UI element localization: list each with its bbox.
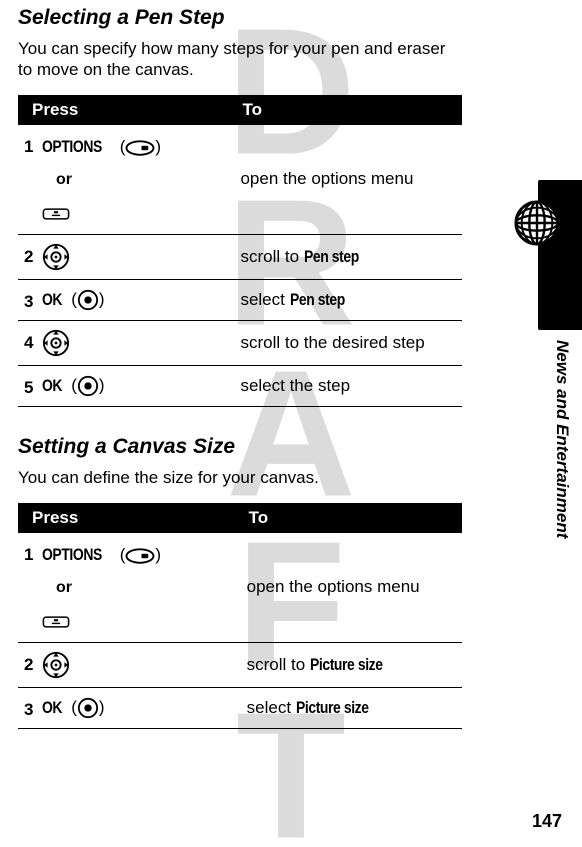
to-cell: scroll to Picture size — [241, 643, 462, 688]
step-number: 5 — [18, 366, 42, 407]
or-label: or — [56, 167, 228, 193]
press-cell: OK ( ) — [42, 366, 234, 407]
or-label: or — [56, 575, 235, 601]
table-row: 3 OK ( ) select Pen step — [18, 280, 462, 321]
to-cell: select Pen step — [234, 280, 462, 321]
page-number: 147 — [532, 811, 562, 832]
col-press: Press — [18, 503, 241, 533]
menu-ref: Picture size — [296, 698, 369, 718]
center-select-icon — [77, 289, 99, 311]
section2-heading: Setting a Canvas Size — [18, 435, 462, 459]
right-softkey-icon — [125, 133, 155, 160]
globe-icon — [514, 200, 560, 251]
menu-key-icon — [42, 607, 70, 634]
step-number: 2 — [18, 235, 42, 280]
table-row: 5 OK ( ) select the step — [18, 366, 462, 407]
press-cell: OK ( ) — [42, 688, 241, 729]
nav-key-icon — [42, 243, 70, 271]
press-cell — [42, 321, 234, 366]
ok-key-label: OK — [42, 698, 62, 718]
to-cell: scroll to the desired step — [234, 321, 462, 366]
to-cell: open the options menu — [241, 533, 462, 643]
to-cell: select Picture size — [241, 688, 462, 729]
to-cell: scroll to Pen step — [234, 235, 462, 280]
table-row: 1 OPTIONS ( ) or open the options menu — [18, 533, 462, 643]
to-cell: open the options menu — [234, 125, 462, 235]
ok-key-label: OK — [42, 290, 62, 310]
col-to: To — [241, 503, 462, 533]
press-cell: OPTIONS ( ) or — [42, 533, 241, 643]
section2-body: You can define the size for your canvas. — [18, 467, 462, 488]
section1-heading: Selecting a Pen Step — [18, 6, 462, 30]
press-cell: OPTIONS ( ) or — [42, 125, 234, 235]
menu-key-icon — [42, 199, 70, 226]
table-row: 2 scroll to Pen step — [18, 235, 462, 280]
ok-key-label: OK — [42, 376, 62, 396]
menu-ref: Picture size — [310, 655, 383, 675]
options-key-label: OPTIONS — [42, 133, 102, 160]
nav-key-icon — [42, 651, 70, 679]
step-number: 2 — [18, 643, 42, 688]
side-label: News and Entertainment — [552, 340, 572, 538]
center-select-icon — [77, 697, 99, 719]
press-cell — [42, 235, 234, 280]
center-select-icon — [77, 375, 99, 397]
nav-key-icon — [42, 329, 70, 357]
to-cell: select the step — [234, 366, 462, 407]
press-cell — [42, 643, 241, 688]
step-number: 1 — [18, 533, 42, 643]
step-number: 1 — [18, 125, 42, 235]
press-cell: OK ( ) — [42, 280, 234, 321]
col-press: Press — [18, 95, 234, 125]
section2-table: Press To 1 OPTIONS ( ) or — [18, 503, 462, 730]
right-softkey-icon — [125, 541, 155, 568]
table-row: 2 scroll to Picture size — [18, 643, 462, 688]
options-key-label: OPTIONS — [42, 541, 102, 568]
page-content: Selecting a Pen Step You can specify how… — [0, 0, 490, 729]
table-row: 3 OK ( ) select Picture size — [18, 688, 462, 729]
step-number: 4 — [18, 321, 42, 366]
table-row: 4 scroll to the desired step — [18, 321, 462, 366]
menu-ref: Pen step — [304, 247, 359, 267]
col-to: To — [234, 95, 462, 125]
section1-body: You can specify how many steps for your … — [18, 38, 462, 81]
step-number: 3 — [18, 280, 42, 321]
step-number: 3 — [18, 688, 42, 729]
menu-ref: Pen step — [290, 290, 345, 310]
section1-table: Press To 1 OPTIONS ( ) or — [18, 95, 462, 408]
table-row: 1 OPTIONS ( ) or open the options menu — [18, 125, 462, 235]
